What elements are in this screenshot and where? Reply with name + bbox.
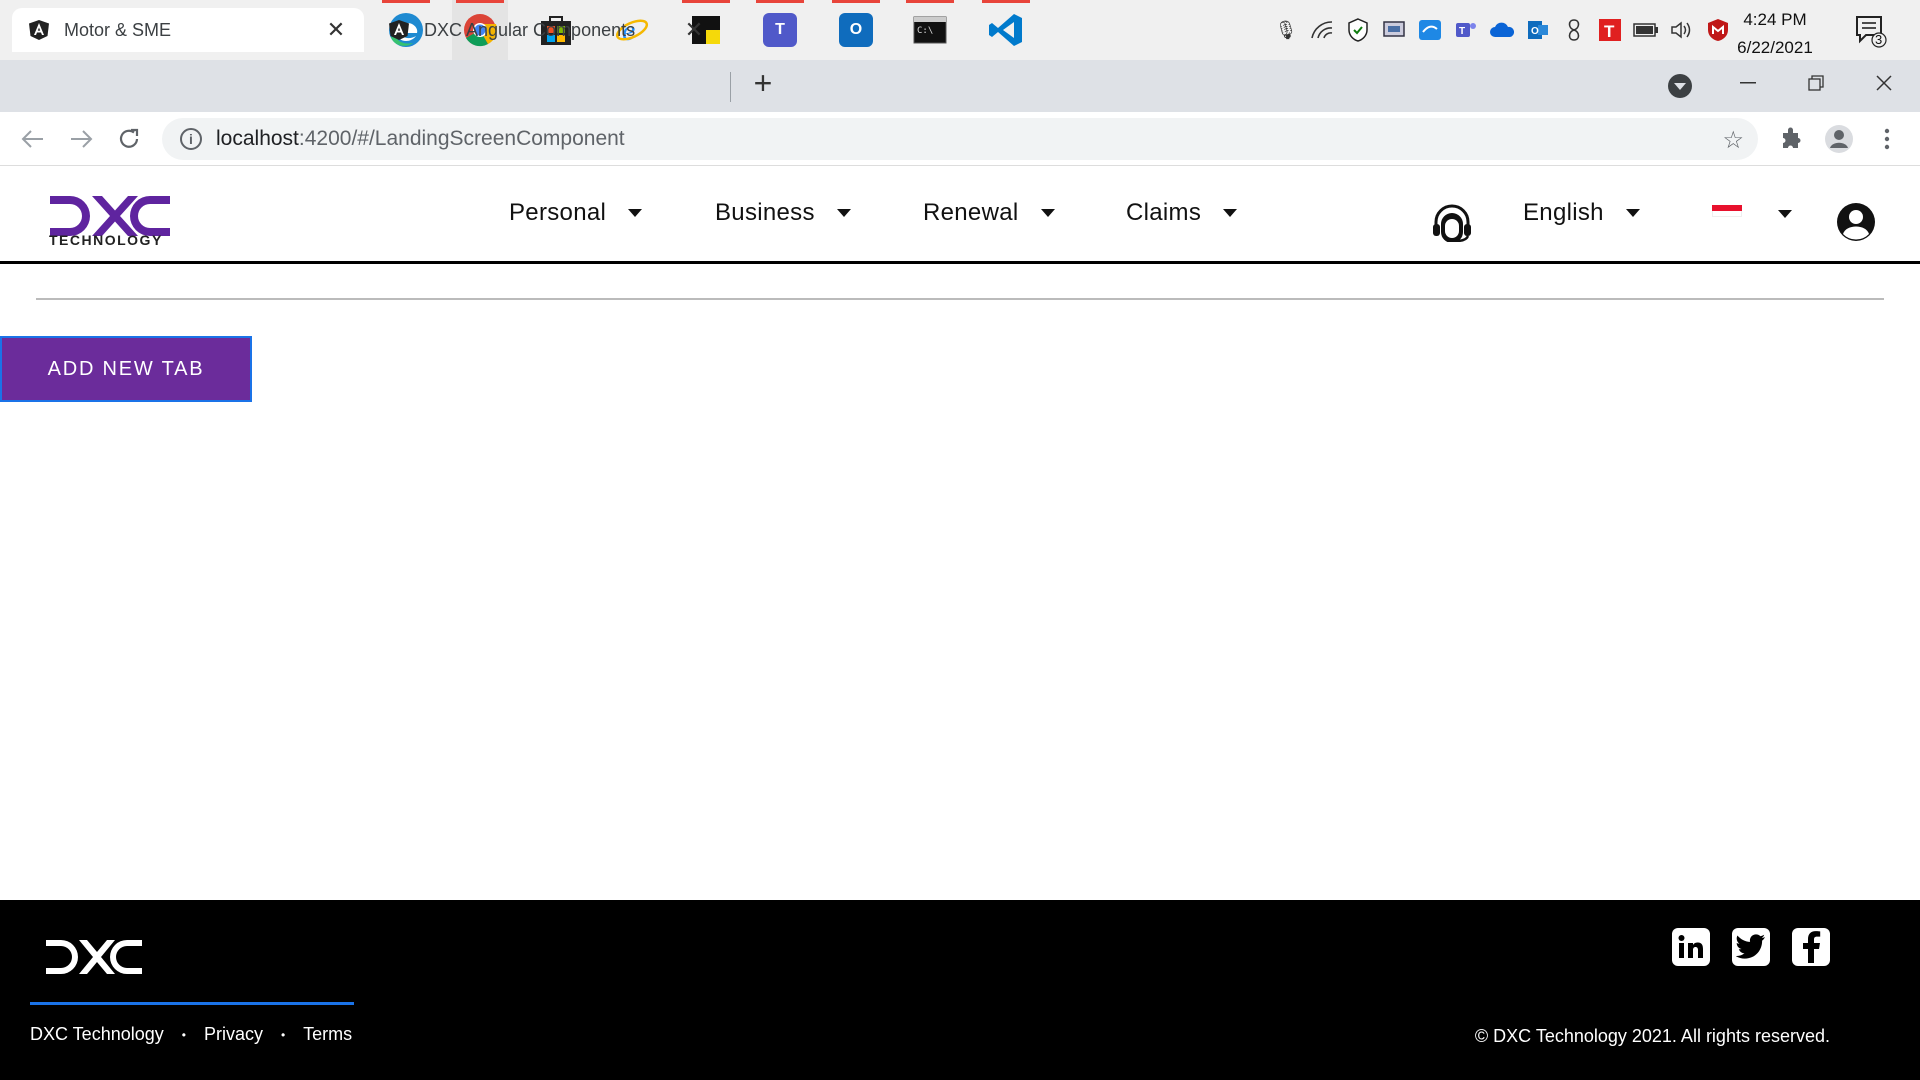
caret-down-icon — [836, 209, 851, 217]
nav-claims[interactable]: Claims — [1126, 196, 1238, 230]
close-window-button[interactable] — [1852, 60, 1916, 106]
caret-down-icon — [628, 209, 643, 217]
tab-motor-sme[interactable]: Motor & SME ✕ — [12, 8, 364, 52]
svg-text:C:\: C:\ — [917, 26, 933, 36]
clock-time: 4:24 PM — [1743, 10, 1807, 29]
angular-icon — [389, 20, 409, 40]
tab-separator — [730, 72, 731, 102]
url-host: localhost — [216, 127, 299, 150]
browser-tab-strip — [0, 60, 1920, 112]
minimize-button[interactable] — [1716, 60, 1780, 106]
onedrive-icon[interactable] — [1487, 15, 1517, 45]
add-new-tab-button[interactable]: ADD NEW TAB — [0, 336, 252, 402]
cloud-sync-icon[interactable] — [1415, 15, 1445, 45]
tab-dxc-angular-components[interactable]: DXC Angular Components ✕ — [372, 8, 722, 52]
user-account-icon[interactable] — [1836, 202, 1876, 242]
site-info-icon[interactable]: i — [180, 128, 202, 150]
twitter-icon[interactable] — [1732, 928, 1770, 966]
extensions-icon[interactable] — [1774, 122, 1808, 156]
forward-icon[interactable] — [64, 122, 98, 156]
network-monitor-icon[interactable] — [1379, 15, 1409, 45]
tab-title: DXC Angular Components — [424, 19, 636, 40]
singapore-flag-icon[interactable] — [1712, 205, 1742, 217]
app-header: TECHNOLOGY Personal Business Renewal Cla… — [0, 166, 1920, 264]
tab-title: Motor & SME — [64, 19, 172, 40]
content-divider — [36, 298, 1884, 300]
footer-link-dxc-technology[interactable]: DXC Technology — [30, 1024, 164, 1045]
it-support-icon[interactable]: T — [1595, 15, 1625, 45]
separator-dot: • — [181, 1027, 186, 1042]
nav-label: Business — [715, 199, 815, 226]
chrome-menu-icon[interactable] — [1870, 122, 1904, 156]
system-tray: 🎙 T O T — [1268, 0, 1736, 60]
volume-icon[interactable] — [1667, 15, 1697, 45]
footer-links: DXC Technology • Privacy • Terms — [30, 1024, 352, 1045]
system-clock[interactable]: 4:24 PM 6/22/2021 — [1720, 6, 1830, 62]
nav-renewal[interactable]: Renewal — [923, 196, 1055, 230]
country-caret-down-icon[interactable] — [1778, 210, 1792, 218]
footer-accent-line — [30, 1002, 354, 1005]
separator-dot: • — [280, 1027, 286, 1042]
svg-text:T: T — [1459, 26, 1465, 37]
language-label: English — [1523, 199, 1604, 226]
reload-icon[interactable] — [112, 122, 146, 156]
nav-label: Renewal — [923, 199, 1019, 226]
dxc-footer-logo[interactable] — [44, 936, 144, 978]
footer-link-terms[interactable]: Terms — [303, 1024, 352, 1045]
new-tab-button[interactable]: + — [746, 66, 780, 100]
teams-tray-icon[interactable]: T — [1451, 15, 1481, 45]
terminal-icon[interactable]: C:\ — [902, 0, 958, 60]
url-path: :4200/#/LandingScreenComponent — [298, 127, 625, 150]
angular-icon — [29, 20, 49, 40]
notification-center-icon[interactable]: 3 — [1854, 14, 1888, 48]
language-selector[interactable]: English — [1523, 196, 1640, 230]
copyright-text: © DXC Technology 2021. All rights reserv… — [1474, 1026, 1830, 1046]
battery-icon[interactable] — [1631, 15, 1661, 45]
microphone-icon[interactable]: 🎙 — [1271, 15, 1301, 45]
link-app-icon[interactable] — [1559, 15, 1589, 45]
nav-personal[interactable]: Personal — [509, 196, 643, 230]
caret-down-icon — [1625, 209, 1640, 217]
linkedin-icon[interactable] — [1672, 928, 1710, 966]
footer-link-privacy[interactable]: Privacy — [204, 1024, 263, 1045]
svg-text:T: T — [1604, 22, 1615, 41]
teams-icon[interactable]: T — [752, 0, 808, 60]
outlook-tray-icon[interactable]: O — [1523, 15, 1553, 45]
nav-label: Personal — [509, 199, 607, 226]
restore-button[interactable] — [1784, 60, 1848, 106]
logo-subtitle: TECHNOLOGY — [49, 232, 163, 248]
address-bar[interactable]: i localhost:4200/#/LandingScreenComponen… — [162, 118, 1758, 160]
tab-search-icon[interactable] — [1668, 74, 1692, 98]
caret-down-icon — [1223, 209, 1238, 217]
facebook-icon[interactable] — [1792, 928, 1830, 966]
wifi-icon[interactable] — [1307, 15, 1337, 45]
app-footer: DXC Technology • Privacy • Terms © DXC T… — [0, 900, 1920, 1080]
svg-text:O: O — [1531, 26, 1539, 37]
vscode-icon[interactable] — [978, 0, 1034, 60]
caret-down-icon — [1040, 209, 1055, 217]
outlook-icon[interactable]: O — [828, 0, 884, 60]
close-icon[interactable]: ✕ — [682, 17, 706, 43]
notification-count: 3 — [1875, 32, 1883, 47]
nav-business[interactable]: Business — [715, 196, 851, 230]
clock-date: 6/22/2021 — [1737, 38, 1813, 57]
browser-toolbar: i localhost:4200/#/LandingScreenComponen… — [0, 112, 1920, 166]
profile-avatar-icon[interactable] — [1822, 122, 1856, 156]
close-icon[interactable]: ✕ — [324, 17, 348, 43]
bookmark-star-icon[interactable]: ☆ — [1722, 126, 1744, 155]
security-shield-icon[interactable] — [1343, 15, 1373, 45]
nav-label: Claims — [1126, 199, 1202, 226]
headset-icon[interactable] — [1430, 202, 1474, 242]
back-icon[interactable] — [16, 122, 50, 156]
